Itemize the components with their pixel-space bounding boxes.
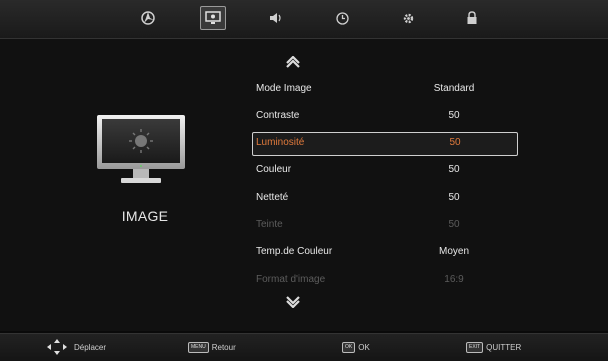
scroll-up-icon[interactable] <box>286 56 300 68</box>
menu-item-value: 50 <box>448 219 460 230</box>
gear-tab-icon <box>403 13 413 23</box>
ok-key-icon: OK <box>342 342 356 353</box>
page-title: IMAGE <box>121 208 169 224</box>
lock-tab-icon <box>467 11 477 24</box>
main-panel: IMAGE Mode Image Standard Contraste 50 L… <box>0 39 608 331</box>
menu-key-icon: MENU <box>188 342 209 353</box>
menu-item-mode-image[interactable]: Mode Image Standard <box>256 79 516 99</box>
tab-sound[interactable] <box>264 7 288 29</box>
menu-item-label: Temp.de Couleur <box>256 246 333 257</box>
menu-item-contraste[interactable]: Contraste 50 <box>256 106 516 126</box>
tab-image[interactable] <box>200 6 226 30</box>
clock-tab-icon <box>335 11 349 25</box>
menu-item-couleur[interactable]: Couleur 50 <box>256 160 516 180</box>
menu-item-luminosite[interactable]: Luminosité 50 <box>252 132 518 156</box>
menu-item-label: Netteté <box>256 192 289 203</box>
hint-move: Déplacer <box>46 338 106 356</box>
hint-move-label: Déplacer <box>74 342 107 352</box>
tab-picture[interactable] <box>136 7 160 29</box>
menu-item-label: Format d'image <box>256 274 326 285</box>
menu-item-label: Luminosité <box>256 137 305 148</box>
tab-lock[interactable] <box>460 7 484 29</box>
top-tab-bar <box>0 0 608 39</box>
menu-item-temp-couleur[interactable]: Temp.de Couleur Moyen <box>256 242 516 262</box>
menu-item-teinte: Teinte 50 <box>256 215 516 235</box>
menu-item-label: Contraste <box>256 110 300 121</box>
bottom-hint-bar: Déplacer MENU Retour OK OK EXIT QUITTER <box>0 333 608 361</box>
menu-item-value: Moyen <box>438 246 469 257</box>
scroll-down-icon[interactable] <box>286 296 300 308</box>
menu-item-label: Couleur <box>256 164 292 175</box>
monitor-tab-icon <box>205 11 221 24</box>
tab-settings[interactable] <box>396 7 420 29</box>
picture-tab-icon <box>141 11 155 25</box>
menu-item-value: 50 <box>448 192 460 203</box>
hint-back-label: Retour <box>211 343 236 352</box>
menu-item-value: 50 <box>448 164 460 175</box>
monitor-sun-icon <box>97 115 185 183</box>
menu-item-nettete[interactable]: Netteté 50 <box>256 188 516 208</box>
menu-item-value: Standard <box>433 83 475 94</box>
hint-back: MENU Retour <box>188 342 236 353</box>
menu-item-value: 16:9 <box>444 274 464 285</box>
exit-key-icon: EXIT <box>466 342 484 353</box>
hint-exit: EXIT QUITTER <box>466 342 521 353</box>
dpad-arrows-icon <box>47 339 67 355</box>
hint-ok: OK OK <box>342 342 370 353</box>
menu-item-value: 50 <box>449 137 461 148</box>
hint-ok-label: OK <box>358 343 370 352</box>
tab-time[interactable] <box>330 7 354 29</box>
menu-item-label: Teinte <box>256 219 283 230</box>
speaker-tab-icon <box>270 13 281 23</box>
menu-item-label: Mode Image <box>256 83 312 94</box>
hint-exit-label: QUITTER <box>486 343 522 352</box>
menu-item-value: 50 <box>448 110 460 121</box>
menu-item-format-image: Format d'image 16:9 <box>256 270 516 290</box>
